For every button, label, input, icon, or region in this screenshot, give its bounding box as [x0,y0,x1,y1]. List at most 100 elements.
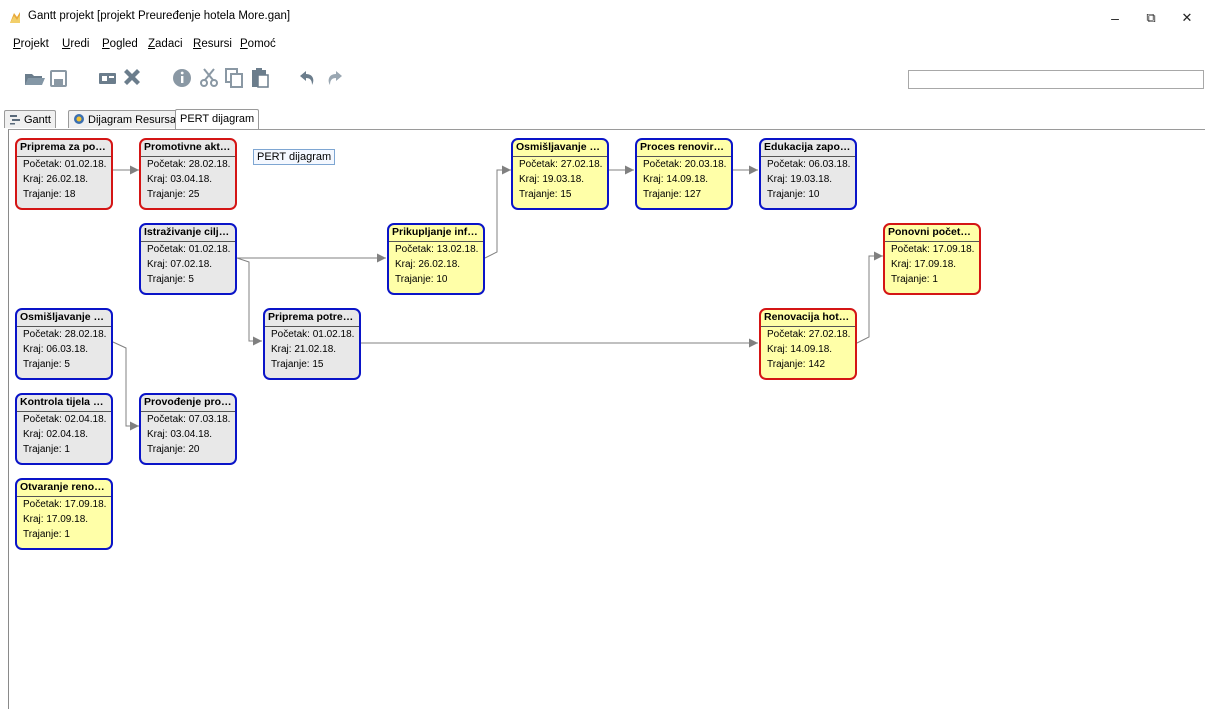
pert-node[interactable]: Priprema potreb... Početak: 01.02.18. Kr… [263,308,361,380]
node-duration: Trajanje: 15 [519,189,572,200]
pert-node[interactable]: Prikupljanje inf. o... Početak: 13.02.18… [387,223,485,295]
node-title: Prikupljanje inf. o... [389,225,483,242]
node-duration: Trajanje: 15 [271,359,324,370]
node-title: Osmišljavanje pr... [17,310,111,327]
node-duration: Trajanje: 5 [23,359,70,370]
node-end: Kraj: 19.03.18. [519,174,585,185]
pert-node[interactable]: Otvaranje renovir... Početak: 17.09.18. … [15,478,113,550]
node-title: Edukacija zaposle... [761,140,855,157]
title-bar: Gantt projekt [projekt Preuređenje hotel… [0,0,1205,36]
menu-zadaci[interactable]: Zadaci [148,38,183,50]
menu-projekt[interactable]: Projekt [13,38,49,50]
resource-tab-icon [74,114,84,124]
view-tabs: Gantt Dijagram Resursa PERT dijagram [0,109,1205,130]
menu-pogled[interactable]: Pogled [102,38,138,50]
node-title: Priprema potreb... [265,310,359,327]
menu-resursi[interactable]: Resursi [193,38,232,50]
pert-node[interactable]: Osmišljavanje re... Početak: 27.02.18. K… [511,138,609,210]
menu-uredi[interactable]: Uredi [62,38,90,50]
close-button[interactable]: ✕ [1172,6,1202,30]
node-end: Kraj: 14.09.18. [767,344,833,355]
node-title: Osmišljavanje re... [513,140,607,157]
node-end: Kraj: 14.09.18. [643,174,709,185]
node-end: Kraj: 19.03.18. [767,174,833,185]
restore-button[interactable]: ⧉ [1136,6,1166,30]
node-start: Početak: 20.03.18. [643,159,727,170]
node-end: Kraj: 06.03.18. [23,344,89,355]
node-title: Renovacija hotela [761,310,855,327]
node-title: Promotivne aktiv... [141,140,235,157]
menu-bar: Projekt Uredi Pogled Zadaci Resursi Pomo… [0,36,1205,56]
node-end: Kraj: 26.02.18. [395,259,461,270]
node-title: Priprema za pokr... [17,140,111,157]
node-end: Kraj: 07.02.18. [147,259,213,270]
search-input[interactable] [908,70,1204,89]
tab-pert-label: PERT dijagram [180,113,255,125]
cut-icon[interactable] [197,66,221,90]
node-end: Kraj: 21.02.18. [271,344,337,355]
pert-node[interactable]: Renovacija hotela Početak: 27.02.18. Kra… [759,308,857,380]
pert-node[interactable]: Istraživanje ciljni... Početak: 01.02.18… [139,223,237,295]
pert-node[interactable]: Priprema za pokr... Početak: 01.02.18. K… [15,138,113,210]
node-duration: Trajanje: 1 [23,529,70,540]
pert-node[interactable]: Osmišljavanje pr... Početak: 28.02.18. K… [15,308,113,380]
menu-pomoc[interactable]: Pomoć [240,38,276,50]
node-duration: Trajanje: 25 [147,189,200,200]
node-start: Početak: 01.02.18. [271,329,355,340]
pert-node[interactable]: Promotivne aktiv... Početak: 28.02.18. K… [139,138,237,210]
node-end: Kraj: 17.09.18. [891,259,957,270]
tab-gantt-label: Gantt [24,114,51,126]
node-title: Istraživanje ciljni... [141,225,235,242]
node-start: Početak: 02.04.18. [23,414,107,425]
tab-gantt[interactable]: Gantt [4,110,56,128]
pert-node[interactable]: Ponovni početak... Početak: 17.09.18. Kr… [883,223,981,295]
node-start: Početak: 27.02.18. [767,329,851,340]
save-icon[interactable] [47,66,71,90]
node-start: Početak: 27.02.18. [519,159,603,170]
node-start: Početak: 13.02.18. [395,244,479,255]
properties-icon[interactable] [170,66,194,90]
new-resource-icon[interactable] [96,66,120,90]
node-end: Kraj: 02.04.18. [23,429,89,440]
tab-pert[interactable]: PERT dijagram [175,109,260,129]
node-start: Početak: 28.02.18. [147,159,231,170]
node-start: Početak: 01.02.18. [23,159,107,170]
node-end: Kraj: 03.04.18. [147,429,213,440]
pert-node[interactable]: Provođenje prom... Početak: 07.03.18. Kr… [139,393,237,465]
node-start: Početak: 17.09.18. [23,499,107,510]
undo-icon[interactable] [296,66,320,90]
delete-icon[interactable] [120,66,144,90]
node-start: Početak: 06.03.18. [767,159,851,170]
node-duration: Trajanje: 10 [395,274,448,285]
pert-node[interactable]: Edukacija zaposle... Početak: 06.03.18. … [759,138,857,210]
node-start: Početak: 28.02.18. [23,329,107,340]
tooltip: PERT dijagram [253,149,336,165]
gantt-tab-icon [10,115,20,125]
node-duration: Trajanje: 1 [891,274,938,285]
node-start: Početak: 07.03.18. [147,414,231,425]
node-start: Početak: 01.02.18. [147,244,231,255]
tab-resource-chart-label: Dijagram Resursa [88,114,177,126]
tab-resource-chart[interactable]: Dijagram Resursa [68,110,182,128]
app-logo-icon [10,12,20,23]
node-title: Otvaranje renovir... [17,480,111,497]
copy-icon[interactable] [222,66,246,90]
node-title: Provođenje prom... [141,395,235,412]
node-title: Kontrola tijela pro... [17,395,111,412]
redo-icon[interactable] [322,66,346,90]
paste-icon[interactable] [248,66,272,90]
open-icon[interactable] [23,66,47,90]
node-duration: Trajanje: 5 [147,274,194,285]
window-title: Gantt projekt [projekt Preuređenje hotel… [28,10,291,22]
node-end: Kraj: 26.02.18. [23,174,89,185]
node-duration: Trajanje: 1 [23,444,70,455]
minimize-button[interactable]: – [1100,6,1130,30]
node-title: Ponovni početak... [885,225,979,242]
pert-node[interactable]: Kontrola tijela pro... Početak: 02.04.18… [15,393,113,465]
node-duration: Trajanje: 127 [643,189,702,200]
node-duration: Trajanje: 10 [767,189,820,200]
node-duration: Trajanje: 20 [147,444,200,455]
node-duration: Trajanje: 142 [767,359,826,370]
node-duration: Trajanje: 18 [23,189,76,200]
pert-node[interactable]: Proces renoviran... Početak: 20.03.18. K… [635,138,733,210]
